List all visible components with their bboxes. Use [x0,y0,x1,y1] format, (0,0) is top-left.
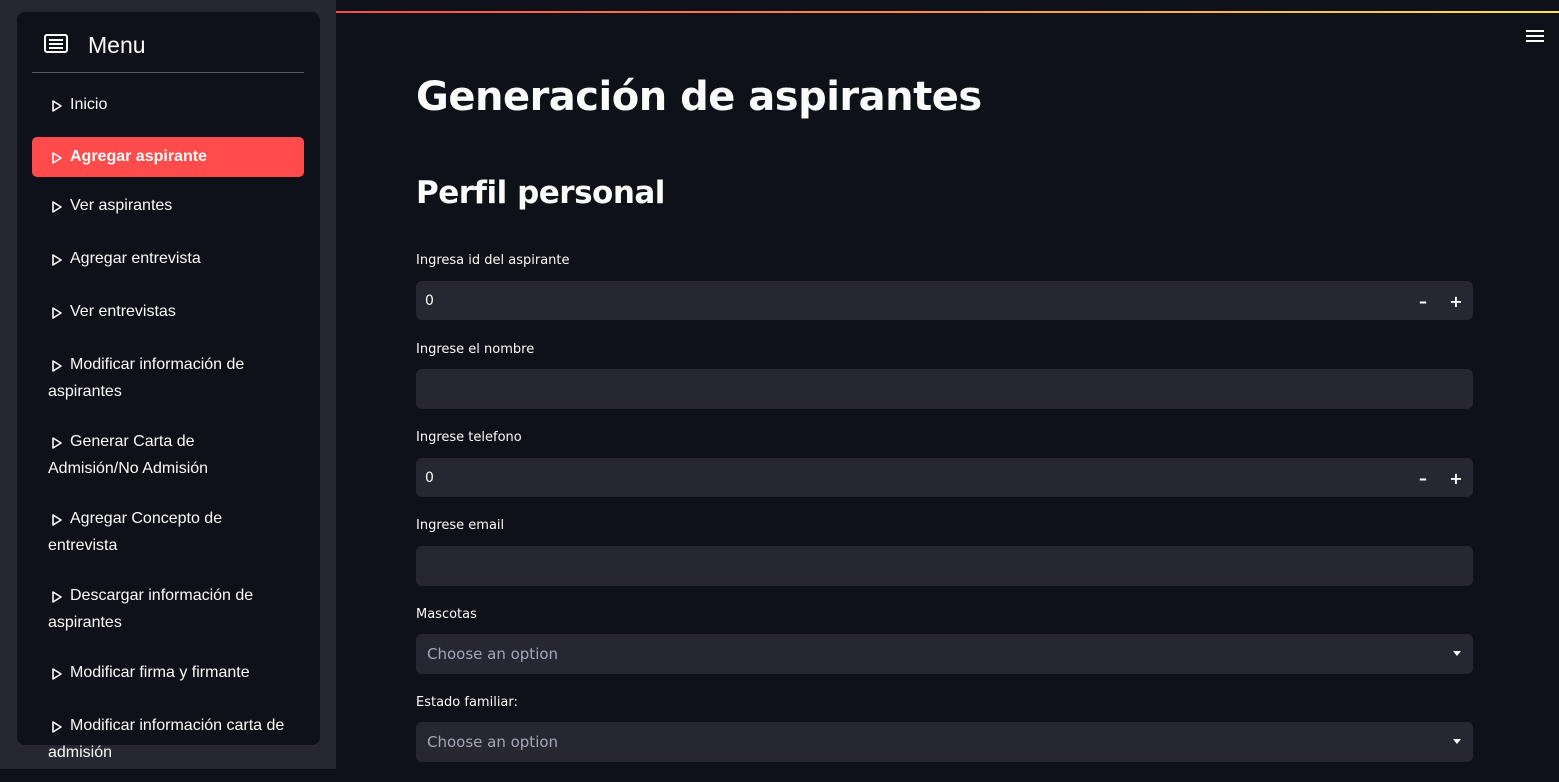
sidebar-item-label: Descargar información de aspirantes [48,587,254,631]
telefono-value: 0 [425,470,434,486]
mascotas-field-label: Mascotas [416,607,477,622]
chevron-down-icon [1453,651,1461,656]
id-value: 0 [425,293,434,309]
sidebar-item-label: Ver aspirantes [70,197,173,214]
nombre-input[interactable] [416,369,1473,409]
sidebar-item-label: Agregar Concepto de entrevista [48,510,223,554]
sidebar-item-label: Modificar firma y firmante [70,664,250,681]
hamburger-icon[interactable] [1526,30,1544,44]
menu-list-icon [44,34,68,53]
section-title: Perfil personal [416,175,665,211]
caret-right-icon [48,507,70,534]
id-decrement-button[interactable]: – [1407,281,1439,321]
sidebar-item-ver-entrevistas[interactable]: Ver entrevistas [32,291,304,336]
id-increment-button[interactable]: + [1440,281,1472,321]
sidebar-item-descargar-informacion[interactable]: Descargar información de aspirantes [32,575,304,644]
caret-right-icon [48,353,70,380]
page-title: Generación de aspirantes [416,74,982,120]
sidebar-item-ver-aspirantes[interactable]: Ver aspirantes [32,185,304,230]
caret-right-icon [48,430,70,457]
mascotas-select[interactable]: Choose an option [416,634,1473,674]
sidebar-item-agregar-entrevista[interactable]: Agregar entrevista [32,238,304,283]
caret-right-icon [48,145,70,172]
mascotas-placeholder: Choose an option [427,645,559,663]
caret-right-icon [48,584,70,611]
sidebar-item-label: Inicio [70,96,108,113]
sidebar-item-modificar-informacion[interactable]: Modificar información de aspirantes [32,344,304,413]
caret-right-icon [48,714,70,741]
caret-right-icon [48,300,70,327]
sidebar-item-modificar-carta[interactable]: Modificar información carta de admisión [32,705,304,774]
caret-right-icon [48,247,70,274]
estado-placeholder: Choose an option [427,733,559,751]
sidebar-item-label: Agregar aspirante [70,148,207,165]
telefono-number-input[interactable]: 0 – + [416,458,1473,497]
chevron-down-icon [1453,739,1461,744]
estado-field-label: Estado familiar: [416,695,518,710]
sidebar-item-label: Agregar entrevista [70,250,201,267]
menu-title: Menu [88,32,146,58]
telefono-increment-button[interactable]: + [1440,458,1472,498]
sidebar-item-label: Modificar información carta de admisión [48,717,285,761]
sidebar: Menu Inicio Agregar aspirante Ver aspira… [0,0,336,769]
email-input[interactable] [416,546,1473,586]
sidebar-item-label: Generar Carta de Admisión/No Admisión [48,433,209,477]
id-field-label: Ingresa id del aspirante [416,253,570,268]
caret-right-icon [48,661,70,688]
sidebar-item-inicio[interactable]: Inicio [32,84,304,129]
sidebar-item-agregar-aspirante[interactable]: Agregar aspirante [32,137,304,177]
nombre-field-label: Ingrese el nombre [416,342,535,357]
caret-right-icon [48,93,70,120]
estado-familiar-select[interactable]: Choose an option [416,722,1473,762]
sidebar-item-agregar-concepto[interactable]: Agregar Concepto de entrevista [32,498,304,567]
caret-right-icon [48,194,70,221]
sidebar-item-generar-carta[interactable]: Generar Carta de Admisión/No Admisión [32,421,304,490]
sidebar-item-label: Modificar información de aspirantes [48,356,245,400]
sidebar-nav: Inicio Agregar aspirante Ver aspirantes … [32,84,304,782]
menu-header: Menu [32,30,304,73]
telefono-field-label: Ingrese telefono [416,430,522,445]
top-decoration-bar [336,11,1559,13]
sidebar-menu-card: Menu Inicio Agregar aspirante Ver aspira… [17,12,320,761]
email-field-label: Ingrese email [416,518,505,533]
sidebar-item-modificar-firma[interactable]: Modificar firma y firmante [32,652,304,697]
id-number-input[interactable]: 0 – + [416,281,1473,320]
sidebar-item-label: Ver entrevistas [70,303,176,320]
telefono-decrement-button[interactable]: – [1407,458,1439,498]
